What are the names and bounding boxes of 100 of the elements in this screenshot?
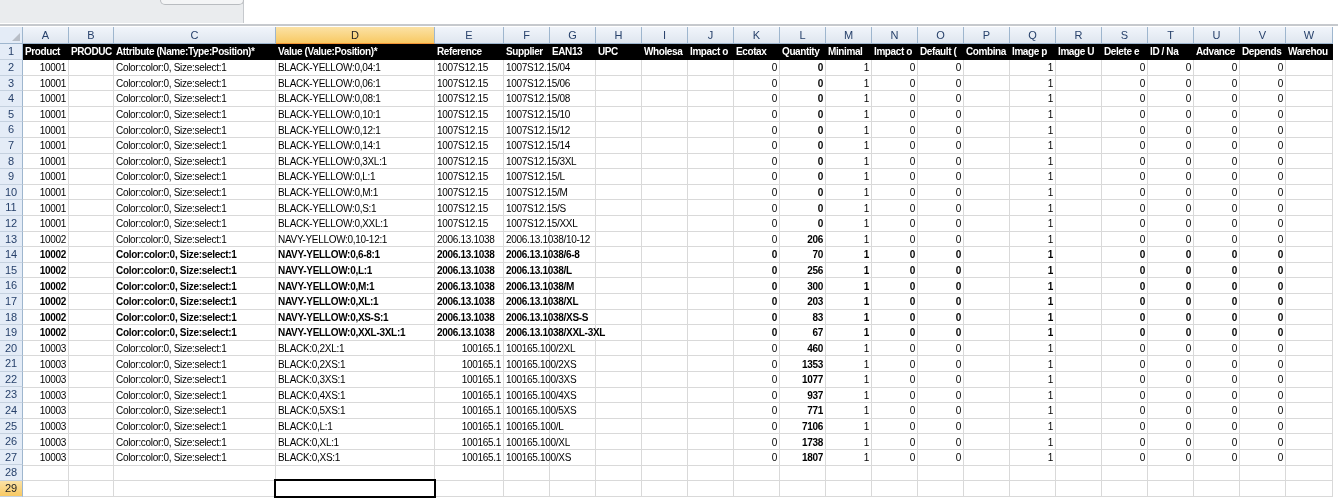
table-cell-text: 7106 [800,419,824,433]
table-cell-text: 10001 [38,139,67,153]
row-number[interactable]: 9 [0,169,23,185]
table-cell-text: Color:color:0, Size:select:1 [115,357,228,371]
table-cell-text: BLACK-YELLOW:0,10:1 [277,108,382,122]
table-cell-text: 0 [1276,123,1284,137]
row-number[interactable]: 16 [0,278,23,294]
active-cell-border[interactable] [274,479,436,498]
table-cell-text: 10003 [38,435,67,449]
table-cell-text: 0 [1138,451,1146,465]
table-cell-text: BLACK:0,2XL:1 [277,342,346,355]
table-cell-text: 0 [770,326,778,340]
row-number[interactable]: 2 [0,60,23,76]
column-header[interactable]: H [596,27,642,44]
table-cell-text: 0 [908,248,916,262]
column-header[interactable]: N [872,27,918,44]
row-number[interactable]: 14 [0,247,23,263]
column-header[interactable]: T [1148,27,1194,44]
column-header[interactable]: J [688,27,734,44]
column-header[interactable]: V [1240,27,1286,44]
column-header[interactable]: P [964,27,1010,44]
table-cell-text: 1 [862,435,870,449]
table-cell-text: 0 [908,232,916,246]
column-header[interactable]: G [550,27,596,44]
table-cell-text: 0 [1184,435,1192,449]
column-header[interactable]: W [1286,27,1333,44]
table-cell-text: 1 [862,186,870,200]
column-header[interactable]: Q [1010,27,1056,44]
table-cell-text: 0 [1184,108,1192,122]
table-cell-text: 1007S12.15 [436,108,489,122]
row-number[interactable]: 1 [0,44,23,60]
table-cell-text: 0 [1230,435,1238,449]
table-cell-text: 0 [1276,404,1284,418]
table-cell-text: 0 [1276,186,1284,200]
table-cell-text: BLACK-YELLOW:0,06:1 [277,76,382,90]
column-header[interactable]: A [23,27,69,44]
table-cell-text: 1007S12.15/08 [505,92,571,106]
column-header[interactable]: C [114,27,276,44]
table-cell-text: 0 [908,92,916,106]
column-header[interactable]: I [642,27,688,44]
row-number[interactable]: 24 [0,403,23,419]
row-number[interactable]: 11 [0,200,23,216]
table-cell-text: 0 [1138,232,1146,246]
table-cell-text: 1007S12.15 [436,186,489,200]
row-number[interactable]: 6 [0,122,23,138]
table-cell-text: 1 [862,248,870,262]
table-cell-text: 1 [1046,139,1054,153]
table-cell-text: 0 [954,76,962,90]
table-cell-text: 0 [770,248,778,262]
table-cell-text: 0 [1230,201,1238,215]
table-cell-text: 0 [816,108,824,122]
table-cell-text: 0 [954,201,962,215]
table-cell-text: 0 [1138,248,1146,262]
column-header[interactable]: R [1056,27,1102,44]
header-cell: Advance [1194,44,1240,60]
table-cell-text: 1 [1046,357,1054,371]
table-cell-text: 10002 [38,279,67,293]
table-cell-text: 1807 [800,451,824,465]
table-cell-text: Color:color:0, Size:select:1 [115,264,238,277]
table-cell-text: 10001 [38,61,67,75]
table-cell-text: 0 [954,326,962,340]
table-cell-text: Color:color:0, Size:select:1 [115,139,228,153]
column-header[interactable]: U [1194,27,1240,44]
row-number[interactable]: 28 [0,465,23,482]
column-header[interactable]: M [826,27,872,44]
row-number[interactable]: 26 [0,434,23,450]
table-cell-text: Color:color:0, Size:select:1 [115,342,228,355]
header-cell: Ecotax [734,44,780,60]
header-cell: Minimal [826,44,872,60]
column-header[interactable]: O [918,27,964,44]
row-number[interactable]: 21 [0,356,23,372]
table-cell-text: 0 [1138,186,1146,200]
header-cell: Warehou [1286,44,1333,60]
table-cell-text: 0 [1230,123,1238,137]
table-cell-text: 100165.100/XS [505,451,573,465]
table-cell-text: 1 [1046,248,1054,262]
table-cell-text: BLACK:0,2XS:1 [277,357,347,371]
column-header[interactable]: L [780,27,826,44]
header-cell: Supplier [504,44,550,60]
table-cell-text: 10001 [38,217,67,231]
row-number[interactable]: 19 [0,325,23,341]
table-cell-text: 0 [1230,92,1238,106]
row-number[interactable]: 29 [0,481,23,497]
table-cell-text: 0 [770,435,778,449]
header-cell: Combina [964,44,1010,60]
column-header[interactable]: K [734,27,780,44]
column-header[interactable]: S [1102,27,1148,44]
table-cell-text: 0 [1138,279,1146,293]
column-header[interactable]: B [69,27,114,44]
table-cell-text: NAVY-YELLOW:0,6-8:1 [277,248,381,262]
column-header[interactable]: E [435,27,504,44]
table-cell-text: 1 [1046,326,1054,340]
row-number[interactable]: 4 [0,91,23,107]
table-cell-text: 1 [1046,264,1054,277]
column-header[interactable]: F [504,27,550,44]
table-cell-text: 1007S12.15/L [505,170,566,184]
table-cell-text: Color:color:0, Size:select:1 [115,217,228,231]
column-header[interactable]: D [276,27,435,44]
row-number[interactable]: 23 [0,387,23,404]
table-cell-text: BLACK-YELLOW:0,S:1 [277,201,378,215]
